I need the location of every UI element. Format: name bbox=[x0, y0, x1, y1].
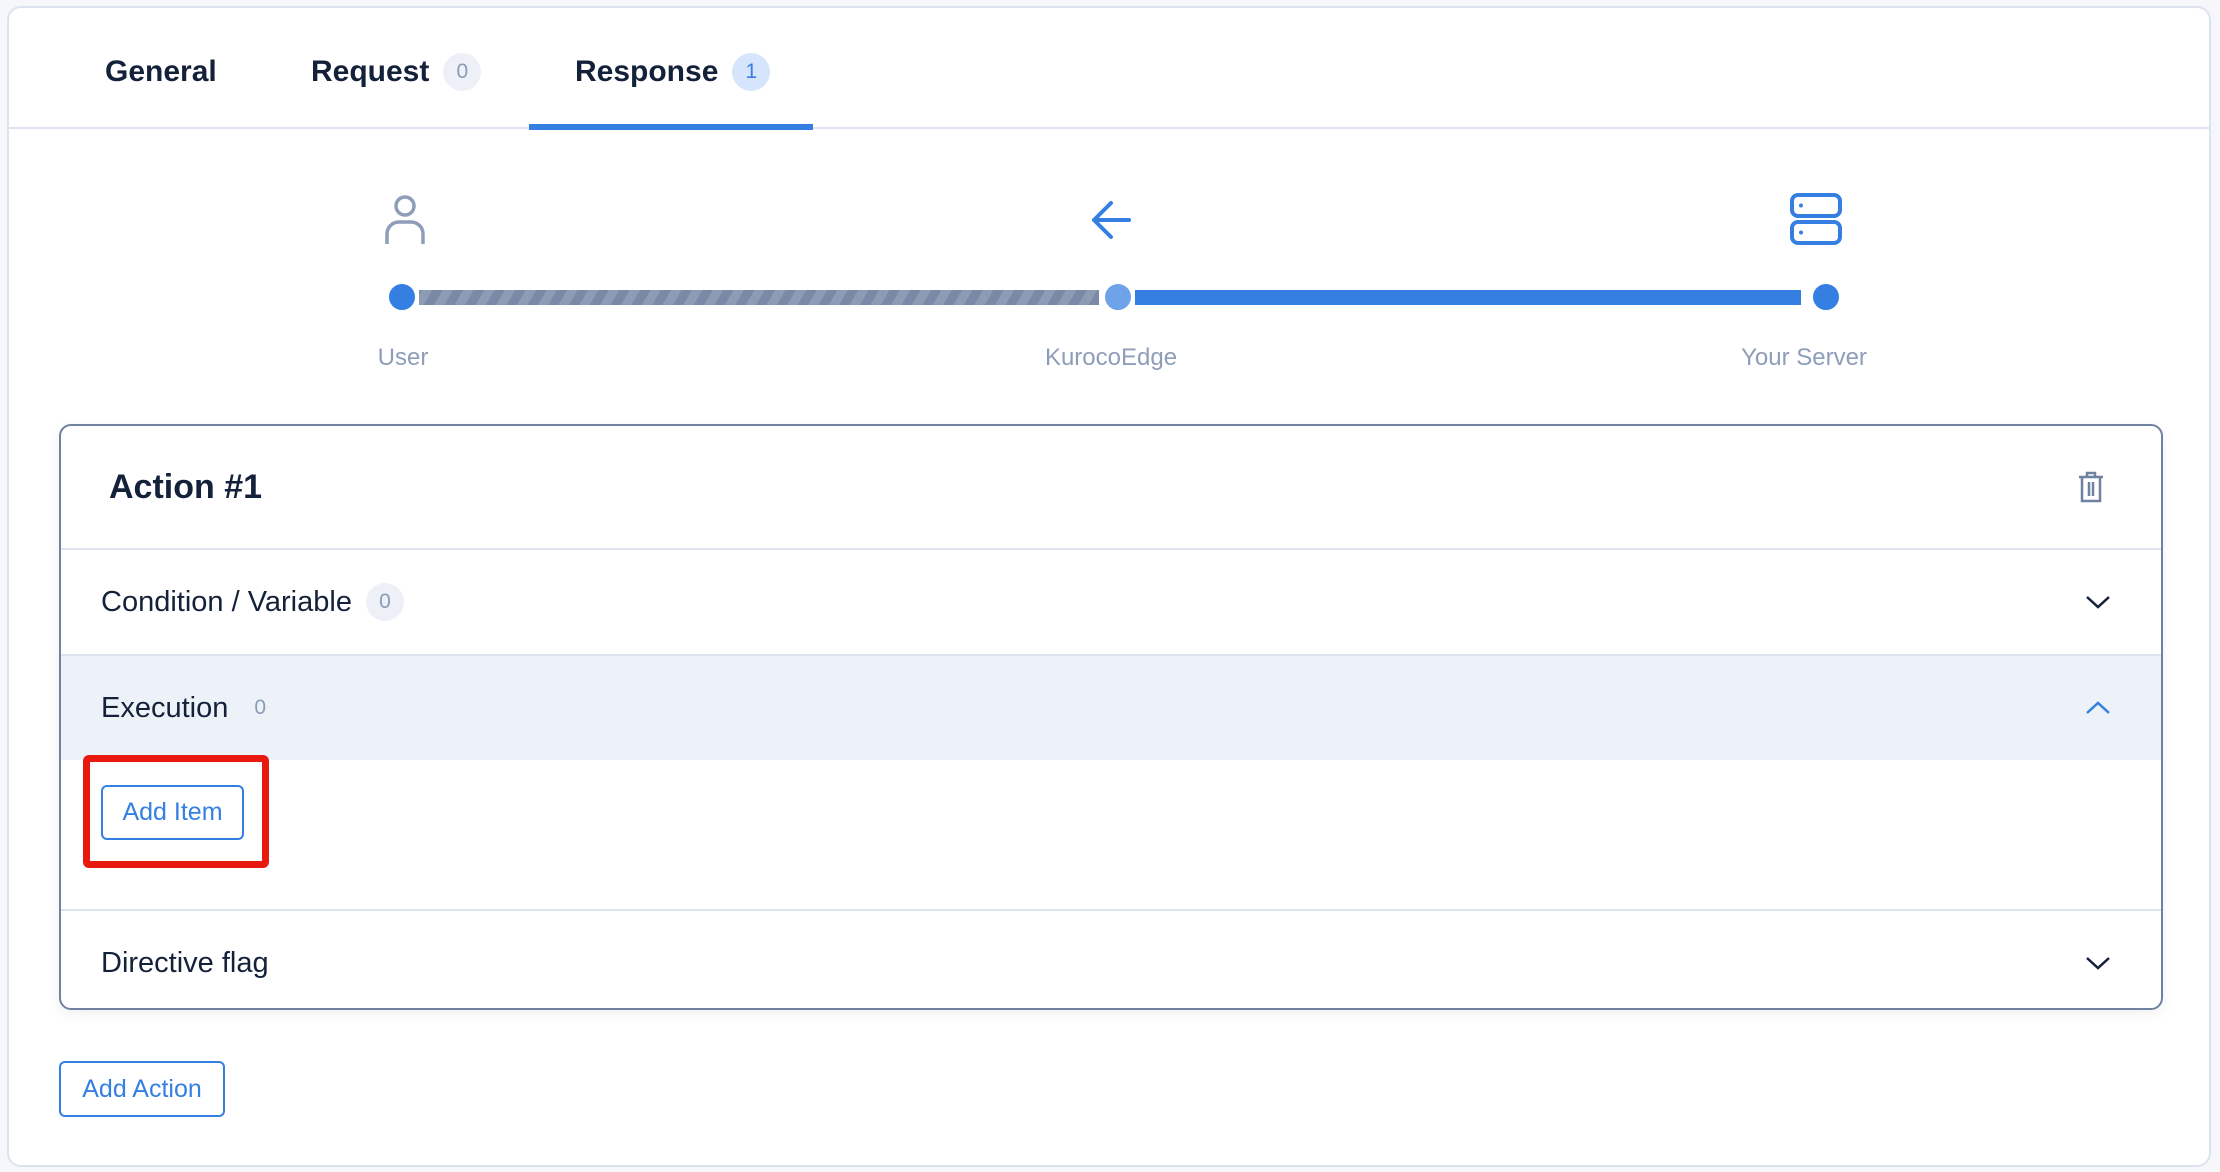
flow-label-server: Your Server bbox=[1741, 344, 1867, 371]
tab-general[interactable]: General bbox=[105, 50, 217, 94]
count-badge: 1 bbox=[732, 53, 771, 91]
chevron-down-icon[interactable] bbox=[2085, 594, 2111, 610]
section-label: Directive flag bbox=[101, 946, 269, 979]
chevron-down-icon[interactable] bbox=[2085, 955, 2111, 971]
flow-label-user: User bbox=[377, 344, 429, 371]
tab-request[interactable]: Request 0 bbox=[311, 50, 482, 94]
tab-divider bbox=[9, 127, 2209, 129]
arrow-left-icon bbox=[1092, 201, 1131, 239]
execution-body bbox=[61, 760, 2161, 911]
server-icon bbox=[1790, 193, 1842, 245]
count-badge: 0 bbox=[254, 696, 267, 719]
flow-node-kurocoedge bbox=[1102, 281, 1134, 313]
section-condition-variable[interactable]: Condition / Variable 0 bbox=[61, 550, 2161, 656]
tab-label: Request bbox=[311, 55, 430, 88]
action-card: Action #1 Condition / Variable 0 Executi… bbox=[59, 424, 2163, 1010]
section-label: Execution bbox=[101, 691, 229, 724]
tab-response[interactable]: Response 1 bbox=[575, 50, 771, 94]
user-icon bbox=[385, 195, 425, 244]
flow-node-user bbox=[386, 281, 418, 313]
count-badge: 0 bbox=[443, 53, 482, 91]
flow-node-server bbox=[1810, 281, 1842, 313]
add-action-button[interactable]: Add Action bbox=[59, 1061, 225, 1117]
trash-icon[interactable] bbox=[2077, 470, 2105, 504]
response-settings-card: General Request 0 Response 1 User KurocoEd… bbox=[7, 6, 2211, 1167]
active-tab-indicator bbox=[529, 124, 813, 130]
flow-label-kurocoedge: KurocoEdge bbox=[1044, 344, 1178, 371]
flow-segment-edge-server bbox=[1135, 290, 1801, 305]
flow-segment-user-edge bbox=[419, 290, 1099, 305]
count-badge: 0 bbox=[365, 583, 404, 621]
section-directive-flag[interactable]: Directive flag bbox=[61, 911, 2161, 1008]
chevron-up-icon[interactable] bbox=[2085, 700, 2111, 716]
tab-label: General bbox=[105, 55, 217, 88]
action-header: Action #1 bbox=[61, 426, 2161, 550]
add-item-button[interactable]: Add Item bbox=[101, 785, 244, 840]
tab-label: Response bbox=[575, 55, 719, 88]
section-label: Condition / Variable bbox=[101, 585, 352, 618]
section-execution[interactable]: Execution 0 bbox=[61, 656, 2161, 760]
action-title: Action #1 bbox=[109, 467, 263, 506]
